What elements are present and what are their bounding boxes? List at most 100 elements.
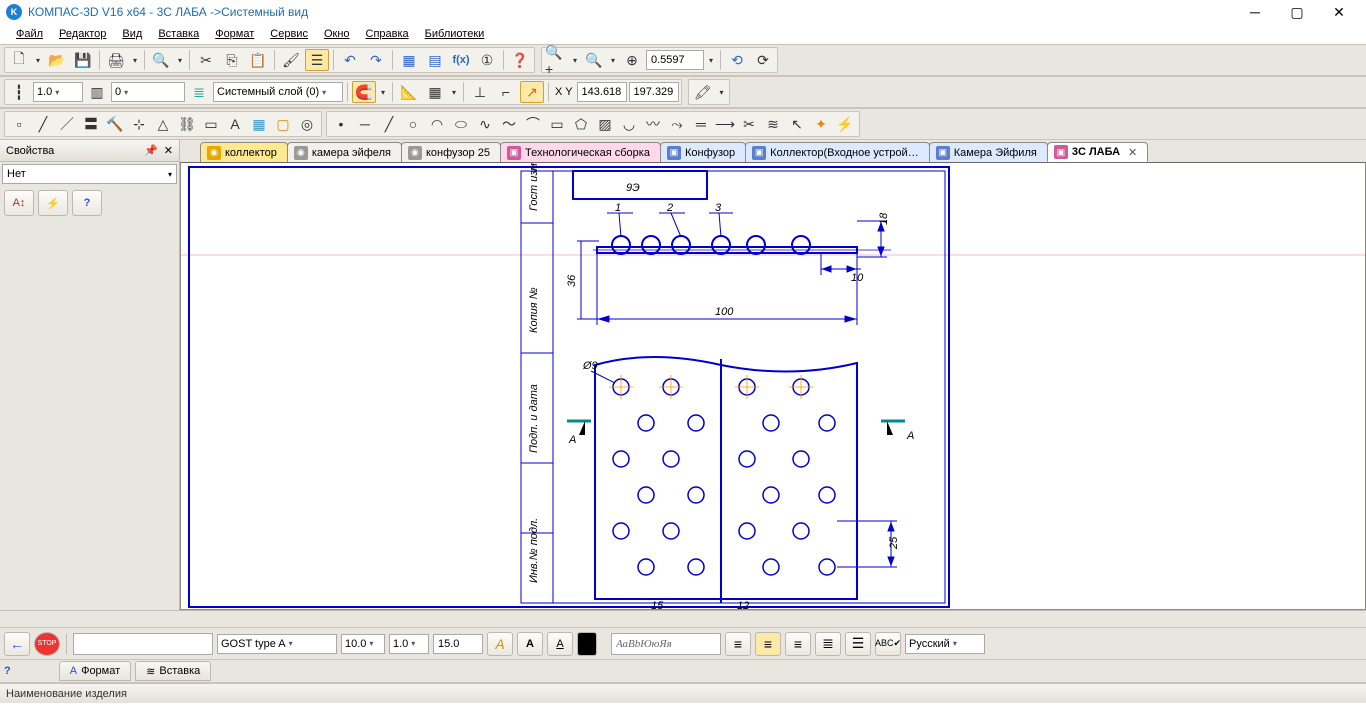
preview-icon[interactable]: 🔍 bbox=[149, 49, 173, 71]
line-width-combo[interactable]: 1.0▾ bbox=[33, 82, 83, 102]
tab-tech-assembly[interactable]: ▣Технологическая сборка bbox=[500, 142, 661, 162]
dropdown-icon[interactable]: ▾ bbox=[33, 49, 43, 71]
spline-icon[interactable]: ∿ bbox=[473, 113, 497, 135]
arc-icon[interactable]: ◠ bbox=[425, 113, 449, 135]
linestyle-icon[interactable]: ┇ bbox=[7, 81, 31, 103]
parallel-icon[interactable]: 〓 bbox=[79, 113, 103, 135]
zoom-fit-icon[interactable]: 🔍 bbox=[582, 49, 606, 71]
detail-icon[interactable]: ◎ bbox=[295, 113, 319, 135]
grid-icon[interactable]: ▦ bbox=[423, 81, 447, 103]
menu-insert[interactable]: Вставка bbox=[152, 26, 205, 42]
menu-libraries[interactable]: Библиотеки bbox=[419, 26, 491, 42]
stretch-combo[interactable]: 1.0▾ bbox=[389, 634, 429, 654]
polygon-icon[interactable]: ⬠ bbox=[569, 113, 593, 135]
ellipse-icon[interactable]: ⬭ bbox=[449, 113, 473, 135]
menu-service[interactable]: Сервис bbox=[264, 26, 314, 42]
tab-format[interactable]: AФормат bbox=[59, 661, 131, 681]
bold-icon[interactable]: A bbox=[517, 632, 543, 656]
rect-icon[interactable]: ▭ bbox=[199, 113, 223, 135]
menu-file[interactable]: Файл bbox=[10, 26, 49, 42]
equidistant-icon[interactable]: ≋ bbox=[761, 113, 785, 135]
menu-format[interactable]: Формат bbox=[209, 26, 260, 42]
properties-selector[interactable]: Нет▾ bbox=[2, 164, 177, 184]
dropdown-icon[interactable]: ▾ bbox=[175, 49, 185, 71]
trim-icon[interactable]: ✂ bbox=[737, 113, 761, 135]
color-swatch[interactable] bbox=[577, 632, 597, 656]
wave-icon[interactable]: 〰 bbox=[641, 113, 665, 135]
menu-help[interactable]: Справка bbox=[360, 26, 415, 42]
tab-3s-laba[interactable]: ▣3С ЛАБА✕ bbox=[1047, 142, 1148, 162]
close-button[interactable]: ✕ bbox=[1318, 1, 1360, 23]
hammer-icon[interactable]: 🔨 bbox=[103, 113, 127, 135]
ortho-icon[interactable]: ⊥ bbox=[468, 81, 492, 103]
tab-collector-inlet[interactable]: ▣Коллектор(Входное устрой… bbox=[745, 142, 930, 162]
offset-icon[interactable]: ═ bbox=[689, 113, 713, 135]
dot-icon[interactable]: • bbox=[329, 113, 353, 135]
round-icon[interactable]: ↗ bbox=[520, 81, 544, 103]
menu-window[interactable]: Окно bbox=[318, 26, 356, 42]
fillet-icon[interactable]: ⌒ bbox=[521, 113, 545, 135]
help-pointer-icon[interactable]: ❓ bbox=[508, 49, 532, 71]
dropdown-icon[interactable]: ▾ bbox=[570, 49, 580, 71]
prop-btn-b[interactable]: ⚡ bbox=[38, 190, 68, 216]
list-icon[interactable]: ☰ bbox=[845, 632, 871, 656]
chain-icon[interactable]: ⛓ bbox=[175, 113, 199, 135]
axis-icon[interactable]: ⊹ bbox=[127, 113, 151, 135]
zoom-in-icon[interactable]: 🔍+ bbox=[544, 49, 568, 71]
coord-y-input[interactable]: 197.329 bbox=[629, 82, 679, 102]
italic-icon[interactable]: A bbox=[487, 632, 513, 656]
properties-toggle-icon[interactable]: ☰ bbox=[305, 49, 329, 71]
align-justify-icon[interactable]: ≣ bbox=[815, 632, 841, 656]
maximize-button[interactable]: ▢ bbox=[1276, 1, 1318, 23]
tab-close-icon[interactable]: ✕ bbox=[1128, 146, 1137, 159]
coord-x-input[interactable]: 143.618 bbox=[577, 82, 627, 102]
corner-icon[interactable]: ⌐ bbox=[494, 81, 518, 103]
tab-collector[interactable]: ◉коллектор bbox=[200, 142, 288, 162]
hatch-icon[interactable]: ▨ bbox=[593, 113, 617, 135]
prop-btn-a[interactable]: A↕ bbox=[4, 190, 34, 216]
print-icon[interactable]: 🖨 bbox=[104, 49, 128, 71]
bolt-icon[interactable]: ⚡ bbox=[833, 113, 857, 135]
underline-icon[interactable]: A bbox=[547, 632, 573, 656]
brush-icon[interactable]: 🖌 bbox=[279, 49, 303, 71]
horizontal-scrollbar[interactable] bbox=[0, 610, 1366, 627]
layer-icon[interactable]: ▥ bbox=[85, 81, 109, 103]
text-icon[interactable]: A bbox=[223, 113, 247, 135]
contour-icon[interactable]: ◡ bbox=[617, 113, 641, 135]
rectangle-icon[interactable]: ▭ bbox=[545, 113, 569, 135]
star-icon[interactable]: ✦ bbox=[809, 113, 833, 135]
copy-icon[interactable]: ⎘ bbox=[220, 49, 244, 71]
minimize-button[interactable]: ─ bbox=[1234, 1, 1276, 23]
circle-icon[interactable]: ○ bbox=[401, 113, 425, 135]
cut-icon[interactable]: ✂ bbox=[194, 49, 218, 71]
undo-icon[interactable]: ↶ bbox=[338, 49, 362, 71]
pin-icon[interactable]: 📌 bbox=[144, 145, 158, 157]
zoom-area-icon[interactable]: ⊕ bbox=[620, 49, 644, 71]
back-arrow-icon[interactable]: ← bbox=[4, 632, 30, 656]
frame-icon[interactable]: ▢ bbox=[271, 113, 295, 135]
tab-confusor[interactable]: ▣Конфузор bbox=[660, 142, 746, 162]
dropdown-icon[interactable]: ▾ bbox=[706, 49, 716, 71]
zoom-value-input[interactable]: 0.5597 bbox=[646, 50, 704, 70]
dropdown-icon[interactable]: ▾ bbox=[608, 49, 618, 71]
font-combo[interactable]: GOST type A▾ bbox=[217, 634, 337, 654]
save-icon[interactable]: 💾 bbox=[71, 49, 95, 71]
help-icon[interactable]: ? bbox=[4, 665, 11, 677]
align-right-icon[interactable]: ≡ bbox=[785, 632, 811, 656]
extend-icon[interactable]: ⟶ bbox=[713, 113, 737, 135]
font-size-combo[interactable]: 10.0▾ bbox=[341, 634, 385, 654]
drawing-canvas[interactable]: Гост изменен Копия № Подп. и дата Инв.№ … bbox=[180, 162, 1366, 610]
panel-close-icon[interactable]: ✕ bbox=[164, 145, 173, 157]
redo-icon[interactable]: ↷ bbox=[364, 49, 388, 71]
angle-icon[interactable]: 📐 bbox=[397, 81, 421, 103]
tab-confusor-25[interactable]: ◉конфузор 25 bbox=[401, 142, 501, 162]
align-center-icon[interactable]: ≡ bbox=[755, 632, 781, 656]
dropdown-icon[interactable]: ▾ bbox=[378, 81, 388, 103]
open-icon[interactable]: 📂 bbox=[45, 49, 69, 71]
snap-magnet-icon[interactable]: 🧲 bbox=[352, 81, 376, 103]
pick-icon[interactable]: ↖ bbox=[785, 113, 809, 135]
variables-icon[interactable]: ▤ bbox=[423, 49, 447, 71]
manager-icon[interactable]: ▦ bbox=[397, 49, 421, 71]
tab-eiffel-camera[interactable]: ◉камера эйфеля bbox=[287, 142, 402, 162]
hline-icon[interactable]: ─ bbox=[353, 113, 377, 135]
